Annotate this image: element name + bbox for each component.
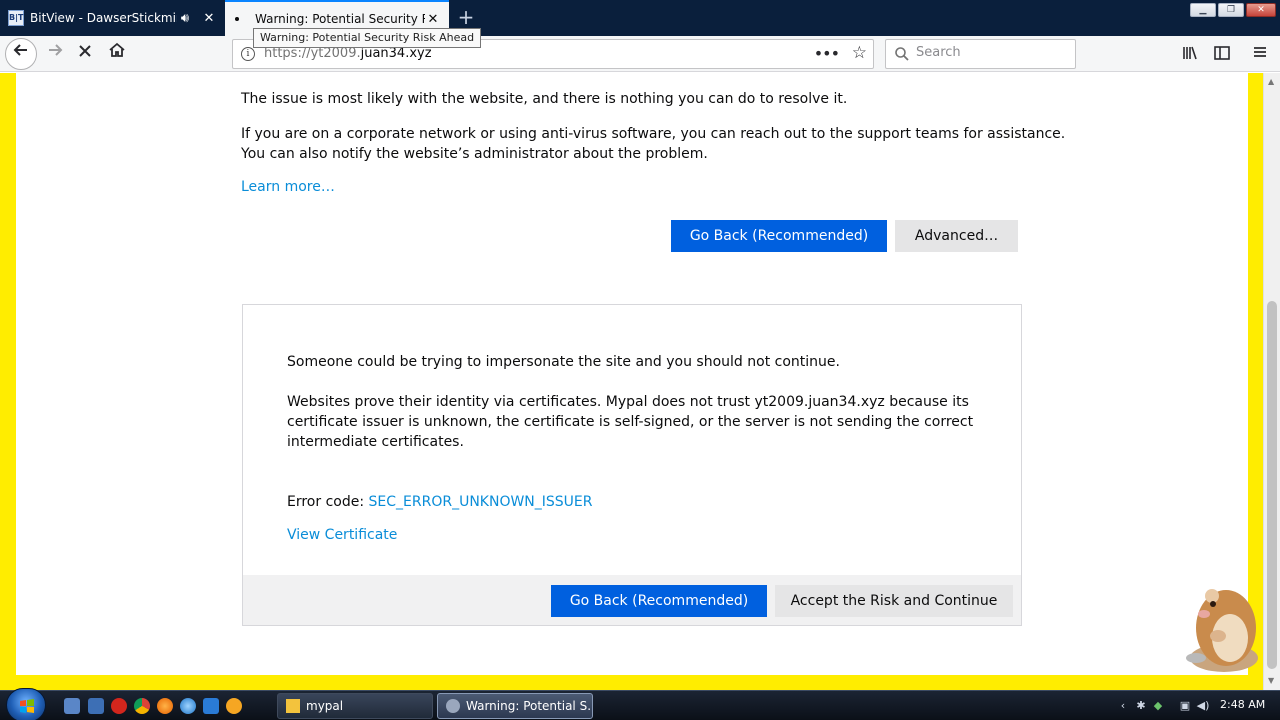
search-input[interactable] (916, 45, 1066, 60)
error-code-line: Error code: SEC_ERROR_UNKNOWN_ISSUER (287, 492, 593, 512)
stop-button[interactable] (70, 40, 100, 68)
switch-windows-icon[interactable] (88, 698, 104, 714)
new-tab-button[interactable]: + (455, 6, 477, 28)
forward-button[interactable] (40, 40, 70, 68)
internet-explorer-icon[interactable] (180, 698, 196, 714)
hamburger-menu-button[interactable] (1250, 44, 1270, 64)
opera-icon[interactable] (111, 698, 127, 714)
sidebar-button[interactable] (1212, 44, 1232, 64)
learn-more-link[interactable]: Learn more… (241, 179, 335, 195)
browser-icon (446, 699, 460, 713)
home-icon (109, 42, 125, 57)
close-window-button[interactable]: ✕ (1246, 3, 1276, 17)
folder-icon (286, 699, 300, 713)
corporate-network-paragraph: If you are on a corporate network or usi… (241, 126, 1066, 142)
advanced-panel-footer: Go Back (Recommended) Accept the Risk an… (243, 575, 1021, 625)
firefox-icon[interactable] (157, 698, 173, 714)
tab-title: Warning: Potential Security Ris (255, 12, 425, 26)
taskbar-item-mypal[interactable]: mypal (277, 693, 433, 719)
notify-admin-paragraph: You can also notify the website’s admini… (241, 146, 708, 162)
certificate-explanation-line-2: certificate issuer is unknown, the certi… (287, 414, 974, 430)
show-desktop-icon[interactable] (64, 698, 80, 714)
tray-expand-icon[interactable]: ‹ (1116, 699, 1130, 713)
site-info-icon[interactable]: i (241, 47, 255, 61)
tray-network-icon[interactable]: ◆ (1151, 699, 1165, 713)
taskbar-item-label: mypal (306, 699, 344, 713)
bookmark-star-icon[interactable]: ☆ (852, 43, 867, 63)
issue-paragraph: The issue is most likely with the websit… (241, 91, 848, 107)
taskbar-item-label: Warning: Potential S... (466, 699, 593, 713)
mypal-icon[interactable] (226, 698, 242, 714)
minimize-button[interactable]: ▁ (1190, 3, 1216, 17)
page-actions-icon[interactable]: ••• (814, 44, 840, 63)
certificate-explanation-line-3: intermediate certificates. (287, 434, 464, 450)
taskbar-item-warning[interactable]: Warning: Potential S... (437, 693, 593, 719)
scroll-up-arrow-icon[interactable]: ▲ (1268, 77, 1274, 86)
url-text[interactable]: https://yt2009.juan34.xyz (264, 46, 432, 61)
close-tab-icon[interactable]: ✕ (425, 12, 441, 27)
loading-dot-icon (235, 17, 239, 21)
yellow-border-bottom (0, 675, 1263, 690)
search-bar[interactable] (885, 39, 1076, 69)
certificate-explanation-line-1: Websites prove their identity via certif… (287, 394, 969, 410)
windows-taskbar: mypal Warning: Potential S... ‹ ✱ ◆ ▣ ◀)… (0, 688, 1280, 720)
library-button[interactable] (1180, 44, 1200, 64)
tab-bitview[interactable]: B|T BitView - DawserStickmin's 🔊︎ ✕ (0, 0, 225, 36)
tab-title: BitView - DawserStickmin's (30, 11, 177, 25)
close-tab-icon[interactable]: ✕ (201, 11, 217, 26)
tray-tools-icon[interactable]: ✱ (1134, 699, 1148, 713)
search-icon (895, 47, 909, 61)
hamster-overlay-image (1186, 589, 1258, 672)
hamburger-menu-icon (1254, 47, 1266, 57)
navigation-toolbar: i https://yt2009.juan34.xyz ••• ☆ (0, 36, 1280, 72)
tab-strip: B|T BitView - DawserStickmin's 🔊︎ ✕ Warn… (0, 0, 1280, 36)
volume-icon[interactable]: ◀) (1196, 699, 1210, 713)
maximize-button[interactable]: ❐ (1218, 3, 1244, 17)
sidebar-icon (1214, 46, 1230, 60)
accept-risk-button[interactable]: Accept the Risk and Continue (775, 585, 1013, 617)
scrollbar-thumb[interactable] (1267, 301, 1277, 669)
advanced-button[interactable]: Advanced… (895, 220, 1018, 252)
chrome-icon[interactable] (134, 698, 150, 714)
error-code-link[interactable]: SEC_ERROR_UNKNOWN_ISSUER (369, 494, 593, 510)
advanced-panel: Someone could be trying to impersonate t… (242, 304, 1022, 626)
speaker-icon[interactable]: 🔊︎ (177, 11, 193, 26)
bitview-favicon-icon: B|T (8, 10, 24, 26)
arrow-right-icon (49, 44, 63, 56)
vertical-scrollbar[interactable]: ▲ ▼ (1263, 73, 1280, 690)
tab-tooltip: Warning: Potential Security Risk Ahead (253, 28, 482, 48)
stop-x-icon (79, 45, 91, 57)
yellow-border-left (0, 73, 16, 690)
go-back-button[interactable]: Go Back (Recommended) (551, 585, 767, 617)
error-code-label: Error code: (287, 494, 369, 510)
go-back-button[interactable]: Go Back (Recommended) (671, 220, 887, 252)
windows-logo-icon (20, 699, 34, 713)
tray-display-icon[interactable]: ▣ (1178, 699, 1192, 713)
media-player-icon[interactable] (203, 698, 219, 714)
home-button[interactable] (102, 40, 132, 68)
arrow-left-icon (13, 44, 27, 56)
impersonate-warning-text: Someone could be trying to impersonate t… (287, 354, 840, 370)
back-button[interactable] (5, 38, 37, 70)
scroll-down-arrow-icon[interactable]: ▼ (1268, 676, 1274, 685)
view-certificate-link[interactable]: View Certificate (287, 527, 397, 543)
library-icon (1183, 46, 1197, 60)
clock[interactable]: 2:48 AM (1220, 698, 1265, 711)
start-button[interactable] (6, 688, 46, 720)
